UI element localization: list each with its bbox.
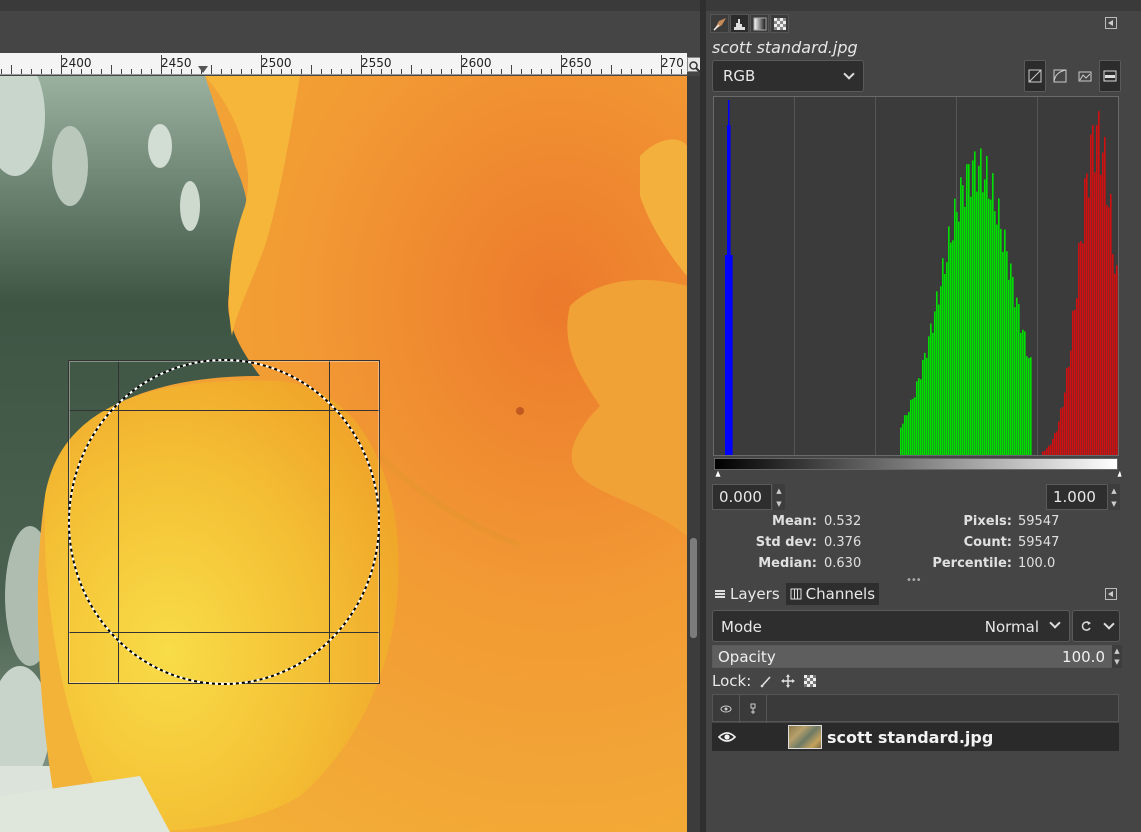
composite-mode-button[interactable] bbox=[1072, 610, 1120, 642]
stddev-label: Std dev: bbox=[755, 535, 817, 550]
range-markers[interactable] bbox=[712, 469, 1122, 479]
mode-value: Normal bbox=[984, 618, 1039, 636]
layer-thumbnail bbox=[788, 725, 822, 749]
reset-icon bbox=[1081, 621, 1091, 631]
range-max-value: 1.000 bbox=[1053, 488, 1096, 506]
opacity-stepper[interactable]: ▲ ▼ bbox=[1112, 645, 1122, 668]
tool-options-icon bbox=[712, 17, 726, 31]
ruler-label: 2650 bbox=[561, 56, 592, 70]
histogram-icon bbox=[733, 18, 745, 30]
ruler-label: 2500 bbox=[261, 56, 292, 70]
percentile-label: Percentile: bbox=[932, 556, 1012, 571]
count-label: Count: bbox=[963, 535, 1012, 550]
channel-select-value: RGB bbox=[723, 67, 756, 85]
ruler-label: 2550 bbox=[361, 56, 392, 70]
layers-tab-bar: Layers Channels bbox=[710, 583, 880, 605]
lock-position-icon[interactable] bbox=[781, 674, 796, 688]
stddev-value: 0.376 bbox=[824, 535, 862, 550]
range-min-value: 0.000 bbox=[719, 488, 762, 506]
layer-mode-select[interactable]: Mode Normal bbox=[712, 610, 1070, 642]
ruler-label: 2600 bbox=[461, 56, 492, 70]
tab-layers-label: Layers bbox=[730, 585, 780, 603]
lock-label: Lock: bbox=[712, 672, 752, 690]
flower-image bbox=[0, 76, 687, 832]
opacity-slider[interactable]: Opacity 100.0 bbox=[712, 645, 1112, 668]
ruler-label: 270 bbox=[661, 56, 684, 70]
histogram-image-name: scott standard.jpg bbox=[712, 38, 858, 57]
pixels-value: 59547 bbox=[1018, 514, 1060, 529]
tab-histogram[interactable] bbox=[730, 14, 749, 33]
histogram-channel-select[interactable]: RGB bbox=[712, 60, 864, 92]
dock-tab-bar bbox=[710, 14, 789, 34]
dock-menu-icon[interactable] bbox=[1105, 17, 1117, 29]
gimp-window: 2400 2450 2500 2550 2600 2650 270 scott … bbox=[0, 0, 1141, 832]
histogram-graph bbox=[725, 97, 1120, 456]
image-canvas[interactable] bbox=[0, 76, 687, 832]
range-min-input[interactable]: 0.000 bbox=[712, 484, 772, 510]
right-dock: scott standard.jpg RGB 0.000 ▲ ▼ 1.000 ▲… bbox=[706, 0, 1141, 832]
layers-icon bbox=[715, 590, 725, 598]
lock-row: Lock: bbox=[712, 670, 817, 692]
log-scale-button[interactable] bbox=[1049, 60, 1071, 92]
layers-list[interactable]: scott standard.jpg bbox=[712, 694, 1119, 832]
dock-resize-handle[interactable]: ••• bbox=[906, 575, 922, 586]
ruler-label: 2400 bbox=[61, 56, 92, 70]
separate-display-button[interactable] bbox=[1099, 60, 1121, 92]
visibility-column-header[interactable] bbox=[713, 695, 740, 723]
ruler-pointer-icon bbox=[198, 66, 208, 73]
range-max-input[interactable]: 1.000 bbox=[1046, 484, 1108, 510]
median-label: Median: bbox=[758, 556, 817, 571]
range-min-marker bbox=[714, 469, 722, 478]
layers-dock-menu-icon[interactable] bbox=[1105, 588, 1117, 600]
count-value: 59547 bbox=[1018, 535, 1060, 550]
histogram-scale-buttons bbox=[1024, 60, 1121, 92]
link-column-header[interactable] bbox=[740, 695, 767, 723]
mean-label: Mean: bbox=[772, 514, 817, 529]
canvas-top-strip bbox=[0, 0, 706, 11]
scrollbar-thumb[interactable] bbox=[690, 538, 697, 638]
gradient-icon bbox=[753, 17, 766, 30]
layer-row[interactable]: scott standard.jpg bbox=[712, 723, 1119, 751]
tab-gradients[interactable] bbox=[750, 14, 769, 33]
eye-icon bbox=[720, 705, 732, 713]
chevron-down-icon bbox=[1049, 617, 1061, 629]
linear-scale-button[interactable] bbox=[1024, 60, 1046, 92]
chevron-down-icon bbox=[1102, 618, 1115, 630]
merged-channels-icon bbox=[1078, 71, 1092, 82]
layer-name: scott standard.jpg bbox=[827, 728, 994, 747]
pixels-label: Pixels: bbox=[963, 514, 1012, 529]
range-max-marker bbox=[1116, 469, 1122, 478]
vertical-scrollbar[interactable] bbox=[687, 76, 700, 832]
percentile-value: 100.0 bbox=[1018, 556, 1056, 571]
chain-icon bbox=[750, 703, 756, 714]
image-canvas-area: 2400 2450 2500 2550 2600 2650 270 bbox=[0, 0, 706, 832]
opacity-label: Opacity bbox=[718, 648, 776, 666]
log-histogram-icon bbox=[1053, 69, 1067, 83]
tab-tool-options[interactable] bbox=[710, 14, 729, 33]
lock-pixels-icon[interactable] bbox=[759, 674, 773, 688]
range-max-stepper[interactable]: ▲ ▼ bbox=[1108, 484, 1120, 510]
chevron-down-icon bbox=[843, 68, 855, 80]
tab-patterns[interactable] bbox=[770, 14, 789, 33]
opacity-value: 100.0 bbox=[1062, 648, 1105, 666]
ruler-label: 2450 bbox=[161, 56, 192, 70]
pattern-icon bbox=[773, 17, 786, 30]
mean-value: 0.532 bbox=[824, 514, 862, 529]
histogram-view[interactable] bbox=[713, 96, 1120, 456]
separate-channels-icon bbox=[1103, 70, 1117, 82]
eye-icon[interactable] bbox=[718, 730, 736, 744]
tab-layers[interactable]: Layers bbox=[710, 583, 784, 605]
mode-label: Mode bbox=[721, 618, 762, 636]
horizontal-ruler[interactable]: 2400 2450 2500 2550 2600 2650 270 bbox=[0, 53, 687, 75]
range-min-stepper[interactable]: ▲ ▼ bbox=[773, 484, 785, 510]
linear-histogram-icon bbox=[1028, 69, 1042, 83]
tab-channels[interactable]: Channels bbox=[785, 583, 880, 605]
channels-icon bbox=[790, 588, 802, 600]
median-value: 0.630 bbox=[824, 556, 862, 571]
dock-top-strip bbox=[706, 0, 1141, 11]
tab-channels-label: Channels bbox=[805, 585, 876, 603]
lock-alpha-icon[interactable] bbox=[803, 674, 817, 688]
merged-display-button[interactable] bbox=[1074, 60, 1096, 92]
layers-list-header bbox=[712, 694, 1119, 723]
